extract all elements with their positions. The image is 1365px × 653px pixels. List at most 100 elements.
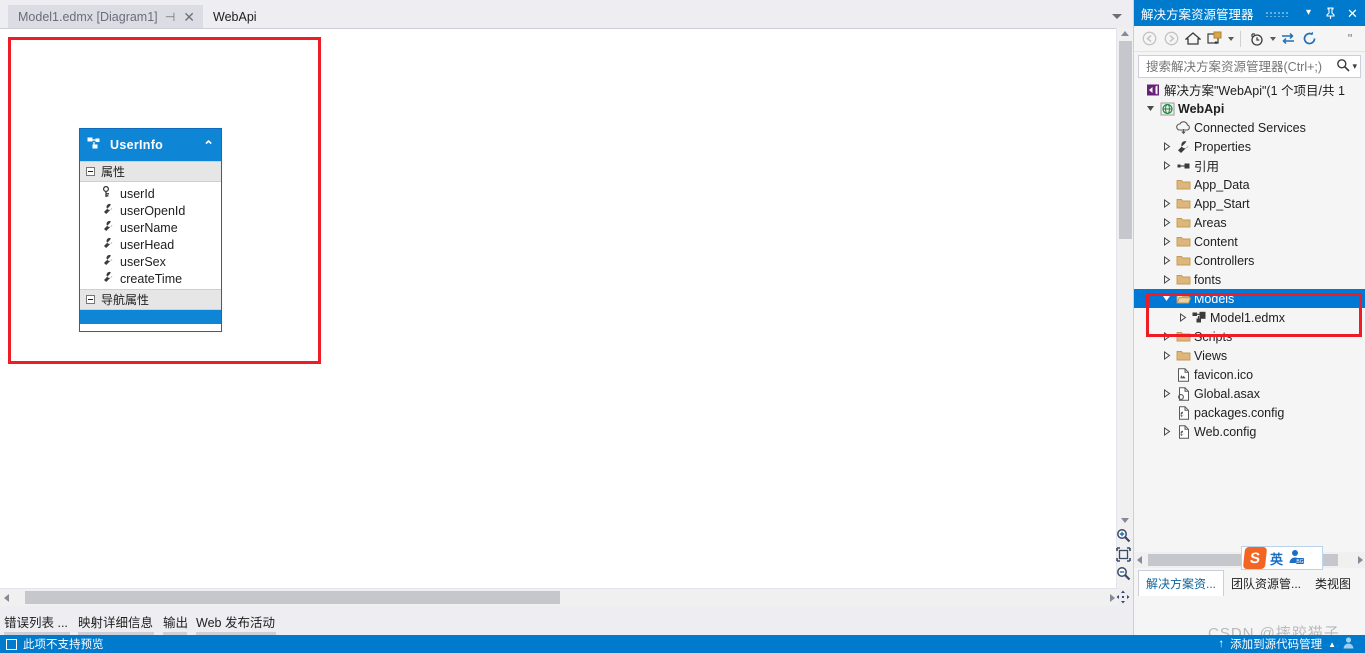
scroll-right-icon[interactable]	[1358, 556, 1363, 564]
tree-row-global-asax[interactable]: Global.asax	[1134, 384, 1365, 403]
toolbar-overflow-icon[interactable]: "	[1340, 29, 1360, 49]
expander-closed-icon[interactable]	[1158, 218, 1174, 227]
close-icon[interactable]: ✕	[183, 10, 196, 24]
expander-closed-icon[interactable]	[1158, 389, 1174, 398]
chevron-down-icon[interactable]	[1270, 36, 1276, 41]
entity-property-row[interactable]: userSex	[80, 253, 221, 270]
bottom-tab-error-list[interactable]: 错误列表 ...	[4, 612, 68, 632]
back-icon[interactable]	[1139, 29, 1159, 49]
sogou-logo-icon[interactable]: S	[1242, 547, 1268, 569]
home-icon[interactable]	[1183, 29, 1203, 49]
scroll-left-icon[interactable]	[1137, 556, 1142, 564]
tab-class-view[interactable]: 类视图	[1308, 570, 1358, 596]
expander-closed-icon[interactable]	[1158, 256, 1174, 265]
canvas-horizontal-scrollbar[interactable]	[0, 588, 1119, 606]
scroll-up-icon[interactable]	[1121, 31, 1129, 36]
sync-with-active-document-icon[interactable]	[1278, 29, 1298, 49]
expander-closed-icon[interactable]	[1158, 161, 1174, 170]
entity-property-row[interactable]: userName	[80, 219, 221, 236]
caret-up-icon[interactable]: ▲	[1328, 640, 1336, 649]
entity-header[interactable]: UserInfo ⌃	[80, 129, 221, 161]
ime-mode-label[interactable]: 英	[1270, 549, 1283, 568]
expander-closed-icon[interactable]	[1158, 237, 1174, 246]
ime-user-icon[interactable]: BG	[1287, 548, 1305, 569]
forward-icon[interactable]	[1161, 29, 1181, 49]
status-bar-right[interactable]: ↑ 添加到源代码管理 ▲	[1218, 636, 1365, 652]
drag-grip[interactable]	[1264, 9, 1289, 17]
expander-closed-icon[interactable]	[1174, 313, 1190, 322]
tree-row-properties[interactable]: Properties	[1134, 137, 1365, 156]
tree-row-models[interactable]: Models	[1134, 289, 1365, 308]
tree-row-app-data[interactable]: App_Data	[1134, 175, 1365, 194]
canvas-vertical-scrollbar[interactable]	[1116, 28, 1133, 588]
entity-property-row[interactable]: createTime	[80, 270, 221, 287]
pin-icon[interactable]	[1322, 4, 1339, 23]
tree-row-webapi-project[interactable]: WebApi	[1134, 99, 1365, 118]
entity-property-row[interactable]: userId	[80, 185, 221, 202]
tab-solution-explorer[interactable]: 解决方案资...	[1138, 570, 1225, 596]
chevron-down-icon[interactable]	[1109, 9, 1125, 23]
expander-closed-icon[interactable]	[1158, 427, 1174, 436]
tree-row-areas[interactable]: Areas	[1134, 213, 1365, 232]
source-control-label[interactable]: 添加到源代码管理	[1230, 636, 1322, 652]
scrollbar-thumb[interactable]	[25, 591, 560, 604]
bottom-tab-mapping-details[interactable]: 映射详细信息	[78, 612, 153, 632]
tree-row-favicon[interactable]: favicon.ico	[1134, 365, 1365, 384]
document-tab-model1-edmx[interactable]: Model1.edmx [Diagram1] ⊣ ✕	[8, 5, 205, 28]
search-icon[interactable]	[1336, 58, 1351, 75]
zoom-out-icon[interactable]	[1116, 566, 1131, 581]
tree-row-scripts[interactable]: Scripts	[1134, 327, 1365, 346]
collapse-box-icon[interactable]	[86, 167, 95, 176]
expander-closed-icon[interactable]	[1158, 142, 1174, 151]
tree-row-views[interactable]: Views	[1134, 346, 1365, 365]
tree-row-model1-edmx[interactable]: Model1.edmx	[1134, 308, 1365, 327]
scrollbar-thumb[interactable]	[1119, 41, 1132, 239]
entity-property-row[interactable]: userHead	[80, 236, 221, 253]
search-options-dropdown-icon[interactable]: ▾	[1350, 61, 1357, 72]
expander-closed-icon[interactable]	[1158, 199, 1174, 208]
tree-row-connected-services[interactable]: Connected Services	[1134, 118, 1365, 137]
bottom-tab-web-publish-activity[interactable]: Web 发布活动	[196, 612, 275, 632]
user-account-icon[interactable]	[1342, 636, 1355, 652]
expander-open-icon[interactable]	[1158, 294, 1174, 303]
edmx-design-canvas[interactable]: UserInfo ⌃ 属性 userId userOpenId userName…	[0, 28, 1133, 588]
pin-icon[interactable]: ⊣	[164, 11, 177, 23]
tree-row-content[interactable]: Content	[1134, 232, 1365, 251]
scroll-down-icon[interactable]	[1121, 518, 1129, 523]
entity-section-properties[interactable]: 属性	[80, 161, 221, 182]
expander-closed-icon[interactable]	[1158, 332, 1174, 341]
search-input[interactable]	[1144, 58, 1337, 75]
entity-shape-userinfo[interactable]: UserInfo ⌃ 属性 userId userOpenId userName…	[79, 128, 222, 332]
chevron-down-icon[interactable]	[1228, 36, 1234, 41]
document-tab-webapi[interactable]: WebApi	[203, 5, 266, 28]
pan-icon[interactable]	[1113, 588, 1133, 606]
entity-property-row[interactable]: userOpenId	[80, 202, 221, 219]
tree-row-solution[interactable]: 解决方案"WebApi"(1 个项目/共 1	[1134, 80, 1365, 99]
tree-row-app-start[interactable]: App_Start	[1134, 194, 1365, 213]
dropdown-icon[interactable]: ▾	[1300, 4, 1317, 23]
tree-row-references[interactable]: 引用	[1134, 156, 1365, 175]
expander-closed-icon[interactable]	[1158, 351, 1174, 360]
solution-explorer-titlebar[interactable]: 解决方案资源管理器 ▾ ✕	[1134, 0, 1365, 26]
expander-open-icon[interactable]	[1142, 104, 1158, 113]
zoom-in-icon[interactable]	[1116, 528, 1131, 543]
entity-section-navigation-properties[interactable]: 导航属性	[80, 289, 221, 310]
new-folder-view-icon[interactable]	[1205, 29, 1225, 49]
tree-row-controllers[interactable]: Controllers	[1134, 251, 1365, 270]
tree-row-web-config[interactable]: Web.config	[1134, 422, 1365, 441]
close-icon[interactable]: ✕	[1344, 4, 1361, 23]
collapse-box-icon[interactable]	[86, 295, 95, 304]
fit-to-window-icon[interactable]	[1116, 547, 1131, 562]
ime-toolbar[interactable]: S 英 BG	[1241, 546, 1323, 570]
refresh-icon[interactable]	[1300, 29, 1320, 49]
collapse-chevron-icon[interactable]: ⌃	[203, 139, 214, 152]
bottom-tab-output[interactable]: 输出	[163, 612, 188, 632]
tab-team-explorer[interactable]: 团队资源管...	[1224, 570, 1308, 596]
tree-row-fonts[interactable]: fonts	[1134, 270, 1365, 289]
search-box[interactable]: ▾	[1138, 55, 1361, 78]
pending-changes-filter-icon[interactable]	[1247, 29, 1267, 49]
solution-explorer-tree[interactable]: 解决方案"WebApi"(1 个项目/共 1 WebApi Connected …	[1134, 80, 1365, 548]
tree-row-packages-config[interactable]: packages.config	[1134, 403, 1365, 422]
scroll-left-icon[interactable]	[4, 594, 9, 602]
expander-closed-icon[interactable]	[1158, 275, 1174, 284]
